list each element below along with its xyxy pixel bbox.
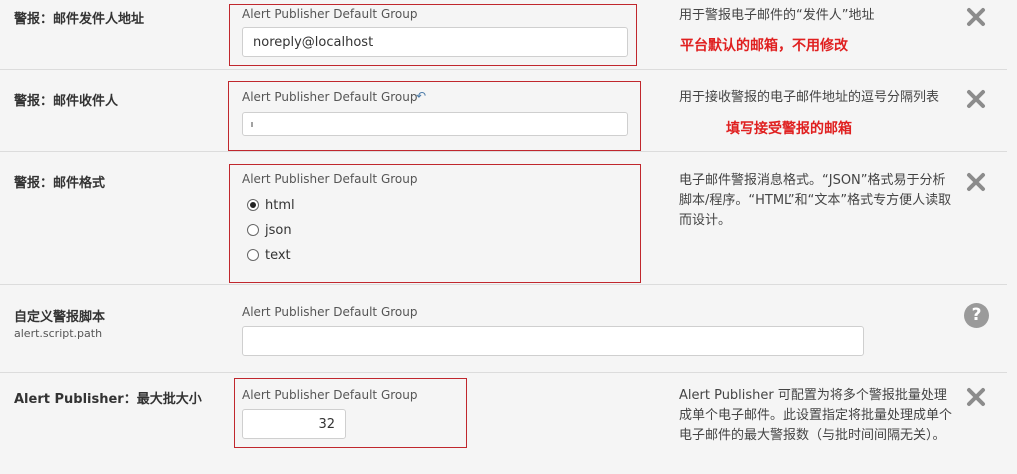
setting-row-alert-script: 自定义警报脚本 alert.script.path Alert Publishe… [0, 285, 1007, 373]
close-icon[interactable] [964, 385, 988, 409]
setting-label: 警报：邮件收件人 [14, 94, 119, 109]
question-circle-icon[interactable]: ? [964, 303, 989, 328]
setting-label: Alert Publisher：最大批大小 [14, 392, 202, 407]
setting-row-mail-from: 警报：邮件发件人地址 Alert Publisher Default Group… [0, 0, 1007, 70]
setting-description: 用于接收警报的电子邮件地址的逗号分隔列表 [679, 90, 940, 105]
setting-label: 警报：邮件格式 [14, 176, 106, 191]
close-icon[interactable] [964, 87, 988, 111]
setting-label: 自定义警报脚本 [14, 310, 106, 325]
annotation-box [229, 4, 637, 66]
alert-script-path-input[interactable] [242, 326, 864, 356]
setting-key: alert.script.path [14, 327, 103, 340]
close-icon[interactable] [964, 170, 988, 194]
close-icon[interactable] [964, 5, 988, 29]
annotation-box [228, 81, 641, 151]
setting-label: 警报：邮件发件人地址 [14, 12, 145, 27]
annotation-text: 平台默认的邮箱，不用修改 [680, 38, 848, 54]
annotation-box [229, 164, 641, 283]
setting-description: 用于警报电子邮件的“发件人”地址 [679, 8, 875, 23]
setting-description: Alert Publisher 可配置为将多个警报批量处理成单个电子邮件。此设置… [679, 388, 953, 443]
setting-description: 电子邮件警报消息格式。“JSON”格式易于分析脚本/程序。“HTML”和“文本”… [679, 173, 952, 228]
annotation-box [234, 378, 467, 448]
group-label: Alert Publisher Default Group [242, 305, 418, 319]
setting-row-mail-to: 警报：邮件收件人 Alert Publisher Default Group ↶… [0, 70, 1007, 152]
setting-row-mail-format: 警报：邮件格式 Alert Publisher Default Group ht… [0, 152, 1007, 285]
annotation-text: 填写接受警报的邮箱 [726, 121, 852, 137]
setting-row-max-batch-size: Alert Publisher：最大批大小 Alert Publisher De… [0, 373, 1007, 474]
